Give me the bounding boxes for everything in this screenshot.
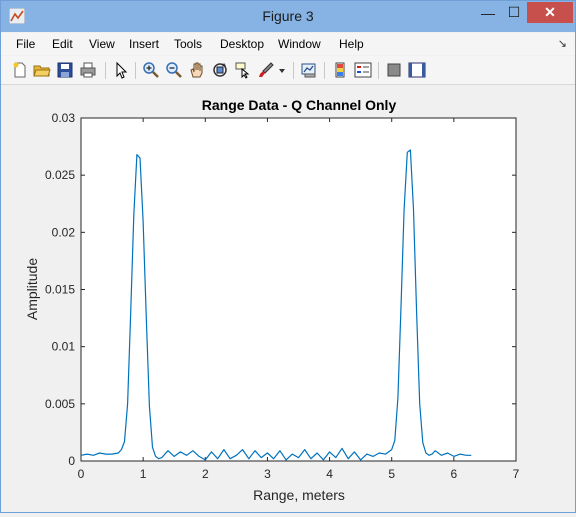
menu-edit[interactable]: Edit — [52, 37, 73, 51]
toolbar-separator — [293, 62, 294, 79]
figure-canvas[interactable]: Range Data - Q Channel Only 0 1 2 3 4 5 6 7 0 0.… — [1, 85, 575, 512]
y-axis-label: Amplitude — [24, 258, 40, 320]
brush-icon[interactable] — [257, 61, 275, 79]
axes-box[interactable] — [80, 117, 517, 462]
data-cursor-icon[interactable] — [234, 61, 252, 79]
title-bar[interactable]: Figure 3 — ☐ ✕ — [1, 1, 575, 32]
menu-view[interactable]: View — [89, 37, 115, 51]
y-tick-label: 0.03 — [52, 111, 76, 125]
print-icon[interactable] — [79, 61, 97, 79]
figure-window: Figure 3 — ☐ ✕ File Edit View Insert Too… — [0, 0, 576, 513]
x-tick-label: 5 — [388, 467, 395, 481]
maximize-button[interactable]: ☐ — [501, 2, 527, 23]
figure-toolbar — [1, 56, 575, 85]
show-plot-tools-icon[interactable] — [408, 61, 426, 79]
edit-plot-icon[interactable] — [112, 61, 130, 79]
link-plot-icon[interactable] — [300, 61, 318, 79]
y-tick-label: 0 — [68, 454, 75, 468]
insert-legend-icon[interactable] — [354, 61, 372, 79]
zoom-out-icon[interactable] — [165, 61, 183, 79]
y-tick-label: 0.005 — [45, 397, 75, 411]
x-tick-label: 7 — [513, 467, 520, 481]
plot-svg: Range Data - Q Channel Only 0 1 2 3 4 5 6 7 0 0.… — [24, 97, 520, 503]
x-tick-label: 1 — [140, 467, 147, 481]
minimize-button[interactable]: — — [475, 2, 501, 23]
x-tick-label: 3 — [264, 467, 271, 481]
toolbar-separator — [378, 62, 379, 79]
y-tick-label: 0.015 — [45, 283, 75, 297]
pan-icon[interactable] — [188, 61, 206, 79]
toolbar-separator — [105, 62, 106, 79]
menu-desktop[interactable]: Desktop — [220, 37, 264, 51]
open-file-icon[interactable] — [33, 61, 51, 79]
x-tick-label: 6 — [451, 467, 458, 481]
new-figure-icon[interactable] — [11, 61, 29, 79]
y-tick-label: 0.025 — [45, 168, 75, 182]
x-tick-label: 2 — [202, 467, 209, 481]
menu-bar: File Edit View Insert Tools Desktop Wind… — [1, 33, 575, 55]
toolbar-separator — [135, 62, 136, 79]
menu-window[interactable]: Window — [278, 37, 321, 51]
chart-title: Range Data - Q Channel Only — [202, 97, 397, 113]
x-axis-label: Range, meters — [253, 487, 345, 503]
y-tick-label: 0.02 — [52, 225, 76, 239]
menu-tools[interactable]: Tools — [174, 37, 202, 51]
save-icon[interactable] — [56, 61, 74, 79]
menu-insert[interactable]: Insert — [129, 37, 159, 51]
menu-file[interactable]: File — [16, 37, 35, 51]
x-tick-label: 0 — [78, 467, 85, 481]
zoom-in-icon[interactable] — [142, 61, 160, 79]
close-button[interactable]: ✕ — [527, 2, 573, 23]
toolbar-separator — [324, 62, 325, 79]
insert-colorbar-icon[interactable] — [331, 61, 349, 79]
y-tick-label: 0.01 — [52, 340, 76, 354]
chevron-down-icon[interactable] — [277, 61, 287, 79]
menu-help[interactable]: Help — [339, 37, 364, 51]
hide-plot-tools-icon[interactable] — [385, 61, 403, 79]
dock-arrow-icon[interactable]: ↘ — [558, 37, 567, 50]
x-tick-label: 4 — [326, 467, 333, 481]
rotate-3d-icon[interactable] — [211, 61, 229, 79]
